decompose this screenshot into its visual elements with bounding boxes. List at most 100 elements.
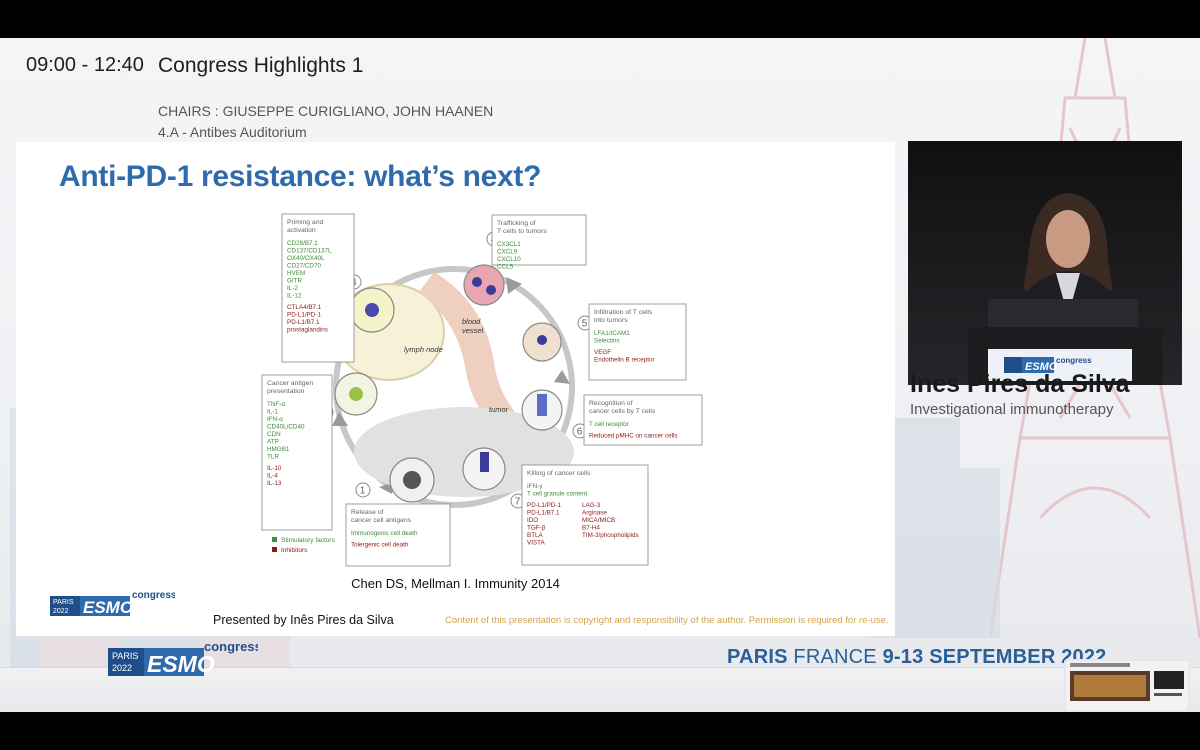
step-2-inhibitor: IL-10 <box>267 465 282 472</box>
step-3-stimulatory-factor: CD27/CD70 <box>287 263 321 270</box>
slide-title: Anti-PD-1 resistance: what’s next? <box>59 160 542 193</box>
blood-vessel-label-1: blood <box>462 317 481 326</box>
step-1-title: cancer cell antigens <box>351 517 412 524</box>
speaker-video-image: ESMO congress <box>908 141 1182 385</box>
esmo-congress-logo: PARIS 2022 ESMO congress <box>50 590 175 616</box>
step-7-inhibitor: IDO <box>527 517 538 524</box>
step-4-title: T cells to tumors <box>497 228 547 235</box>
legend-stimulatory: Stimulatory factors <box>281 537 336 544</box>
step-2-stimulatory-factor: CD40L/CD40 <box>267 424 305 431</box>
step-5-title: into tumors <box>594 317 628 324</box>
step-5-stimulatory-factor: Selectins <box>594 338 620 345</box>
svg-text:PARIS: PARIS <box>53 599 74 606</box>
svg-text:congress: congress <box>132 590 175 601</box>
step-3-stimulatory-factor: CD28/B7.1 <box>287 240 318 247</box>
congress-location: PARIS FRANCE 9-13 SEPTEMBER 2022 <box>727 646 1107 669</box>
podium-top <box>988 299 1138 329</box>
speaker-face <box>1046 210 1090 268</box>
speaker-video-feed: ESMO congress <box>908 141 1182 385</box>
step-5-title: Infiltration of T cells <box>594 309 653 316</box>
pip-thumbnail-image <box>1066 661 1188 710</box>
step-6-number: 6 <box>577 427 583 438</box>
location-country: FRANCE <box>793 646 877 668</box>
cycle-arrow-icon <box>554 370 570 384</box>
tumor-label: tumor <box>489 405 509 414</box>
step-7-inhibitor: MICA/MICB <box>582 517 615 524</box>
legend-stimulatory-swatch <box>272 537 277 542</box>
presentation-slide: Anti-PD-1 resistance: what’s next? lymph… <box>16 142 895 636</box>
pip-thumbnail[interactable] <box>1064 659 1190 712</box>
step-2-stimulatory-factor: ATP <box>267 439 279 446</box>
location-city: PARIS <box>727 646 788 668</box>
step-3-stimulatory-factor: GITR <box>287 278 302 285</box>
step-7-inhibitor: PD-L1/PD-1 <box>527 502 561 509</box>
step-3-stimulatory-factor: OX40/OX40L <box>287 255 325 262</box>
step-5-inhibitor: VEGF <box>594 349 611 356</box>
step-3-stimulatory-factor: CD137/CD137L <box>287 248 332 255</box>
step-3-title: activation <box>287 227 316 234</box>
step-2-stimulatory-factor: IFN-α <box>267 416 283 423</box>
step-5-inhibitor: Endothelin B receptor <box>594 357 655 364</box>
step-2-inhibitor: IL-13 <box>267 480 282 487</box>
step-2-stimulatory-factor: IL-1 <box>267 409 278 416</box>
step-7-inhibitor: LAG-3 <box>582 502 601 509</box>
speaker-name: Ines Pires da Silva <box>910 370 1130 398</box>
esmo-congress-logo-large: PARIS 2022 ESMO congress <box>108 639 258 677</box>
step-4-title: Trafficking of <box>497 220 536 227</box>
step-7-inhibitor: BTLA <box>527 532 544 539</box>
legend-inhibitors: Inhibitors <box>281 547 308 554</box>
step-4-stimulatory-factor: CXCL10 <box>497 256 521 263</box>
copyright-notice: Content of this presentation is copyrigh… <box>445 615 889 626</box>
step-7-title: Killing of cancer cells <box>527 470 591 477</box>
svg-text:ESMO: ESMO <box>147 651 215 677</box>
step-2-stimulatory-factor: HMGB1 <box>267 446 290 453</box>
step-7-inhibitor: PD-L1/B7.1 <box>527 510 560 517</box>
step-3-inhibitor: CTLA4/B7.1 <box>287 304 322 311</box>
step-3-inhibitor: prostaglandins <box>287 327 328 334</box>
step-2-stimulatory-factor: TNF-α <box>267 401 285 408</box>
step-6-title: cancer cells by T cells <box>589 408 656 415</box>
step-1-inhibitor: Tolergenic cell death <box>351 542 409 549</box>
speaker-role: Investigational immunotherapy <box>910 401 1114 418</box>
lymph-node-label: lymph node <box>404 345 443 354</box>
step-7-number: 7 <box>515 497 521 508</box>
step-4-stimulatory-factor: CXCL9 <box>497 249 518 256</box>
video-player: 09:00 - 12:40 Congress Highlights 1 CHAI… <box>0 0 1200 750</box>
svg-text:2022: 2022 <box>53 608 69 615</box>
step-7-inhibitor: B7-H4 <box>582 525 600 532</box>
step-2-stimulatory-factor: CDN <box>267 431 281 438</box>
legend-inhibitors-swatch <box>272 547 277 552</box>
step-1-number: 1 <box>360 486 366 497</box>
presented-by: Presented by Inês Pires da Silva <box>213 613 394 627</box>
conference-stream: 09:00 - 12:40 Congress Highlights 1 CHAI… <box>0 38 1200 712</box>
step-7-inhibitor: TIM-3/phospholipids <box>582 532 639 539</box>
session-time: 09:00 - 12:40 <box>26 54 144 76</box>
step-3-stimulatory-factor: IL-2 <box>287 285 298 292</box>
svg-text:PARIS: PARIS <box>112 651 138 661</box>
step-7-stimulatory-factor: IFN-γ <box>527 483 543 490</box>
step-2-title: Cancer antigen <box>267 380 313 387</box>
step-7-inhibitor: VISTA <box>527 540 546 547</box>
session-title: Congress Highlights 1 <box>158 54 364 77</box>
step-7-inhibitor: Arginase <box>582 510 607 517</box>
step-3-stimulatory-factor: HVEM <box>287 270 305 277</box>
step-2-stimulatory-factor: TLR <box>267 454 279 461</box>
session-room: 4.A - Antibes Auditorium <box>158 124 307 140</box>
step-7-stimulatory-factor: T cell granule content <box>527 491 587 498</box>
step-1-title: Release of <box>351 509 384 516</box>
svg-text:ESMO: ESMO <box>83 598 133 616</box>
session-chairs: CHAIRS : GIUSEPPE CURIGLIANO, JOHN HAANE… <box>158 103 494 119</box>
svg-text:congress: congress <box>1056 356 1092 365</box>
step-3-inhibitor: PD-L1/B7.1 <box>287 319 320 326</box>
step-2-title: presentation <box>267 388 305 395</box>
step-5-number: 5 <box>582 319 588 330</box>
step-6-stimulatory-factor: T cell receptor <box>589 421 629 428</box>
step-3-title: Priming and <box>287 219 323 226</box>
step-6-title: Recognition of <box>589 400 633 407</box>
cancer-immunity-cycle-figure: lymph node blood vessel tumor 1234567 Re… <box>261 213 703 567</box>
step-1-stimulatory-factor: Immunogenic cell death <box>351 530 418 537</box>
step-7-inhibitor: TGF-β <box>527 525 546 532</box>
blood-vessel-label-2: vessel <box>462 326 484 335</box>
step-5-stimulatory-factor: LFA1/ICAM1 <box>594 330 630 337</box>
step-6-inhibitor: Reduced pMHC on cancer cells <box>589 433 678 440</box>
